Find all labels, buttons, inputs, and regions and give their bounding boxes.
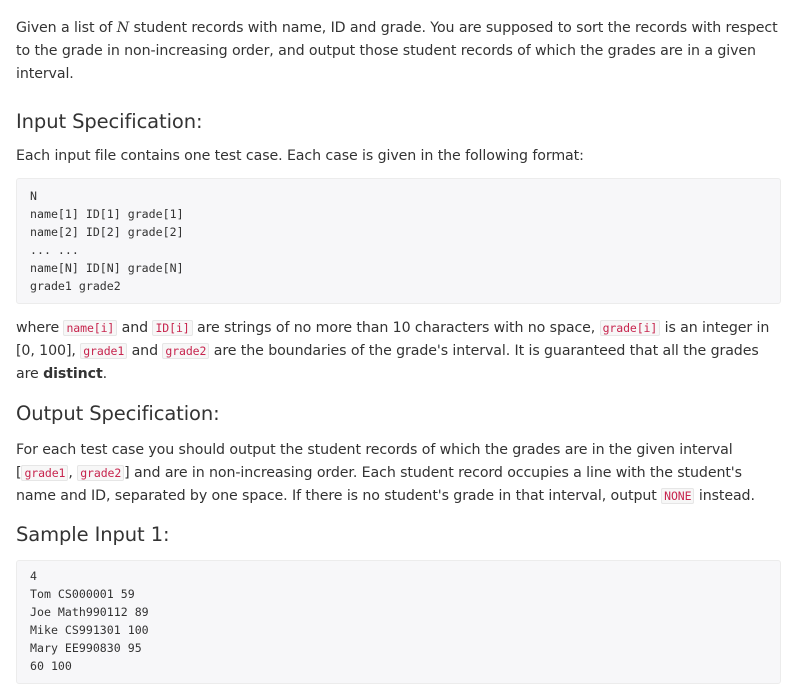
where-paragraph: where name[i] and ID[i] are strings of n… (16, 304, 781, 386)
inline-code-grade: grade[i] (599, 320, 661, 336)
where-text-2: and (117, 320, 153, 336)
where-text-1: where (16, 320, 64, 336)
output-text-2: , (68, 465, 78, 481)
where-text-7: . (102, 366, 108, 382)
inline-code-out-grade2: grade2 (77, 465, 125, 481)
inline-code-out-grade1: grade1 (21, 465, 69, 481)
sample-input-code-block: 4 Tom CS000001 59 Joe Math990112 89 Mike… (16, 560, 781, 684)
input-spec-heading: Input Specification: (16, 110, 203, 133)
inline-code-none: NONE (661, 488, 695, 504)
problem-statement: Given a list of N student records with n… (0, 0, 797, 684)
where-text-5: and (127, 343, 163, 359)
intro-paragraph: Given a list of N student records with n… (16, 0, 781, 86)
output-text-3: ] and are in non-increasing order. Each … (16, 465, 742, 504)
inline-code-grade2: grade2 (162, 343, 210, 359)
math-n: N (116, 20, 130, 36)
inline-code-grade1: grade1 (80, 343, 128, 359)
inline-code-id: ID[i] (152, 320, 193, 336)
output-text-4: instead. (694, 488, 755, 504)
where-text-3: are strings of no more than 10 character… (192, 320, 600, 336)
output-spec-heading: Output Specification: (16, 402, 220, 425)
inline-code-name: name[i] (63, 320, 118, 336)
sample-input-heading: Sample Input 1: (16, 523, 170, 546)
output-spec-paragraph: For each test case you should output the… (16, 425, 781, 508)
bold-distinct: dis­tinct (43, 366, 103, 382)
intro-text-1: Given a list of (16, 20, 117, 36)
input-spec-description: Each input file contains one test case. … (16, 148, 584, 164)
input-format-code-block: N name[1] ID[1] grade[1] name[2] ID[2] g… (16, 178, 781, 304)
intro-text-2: student records with name, ID and grade.… (16, 20, 778, 82)
